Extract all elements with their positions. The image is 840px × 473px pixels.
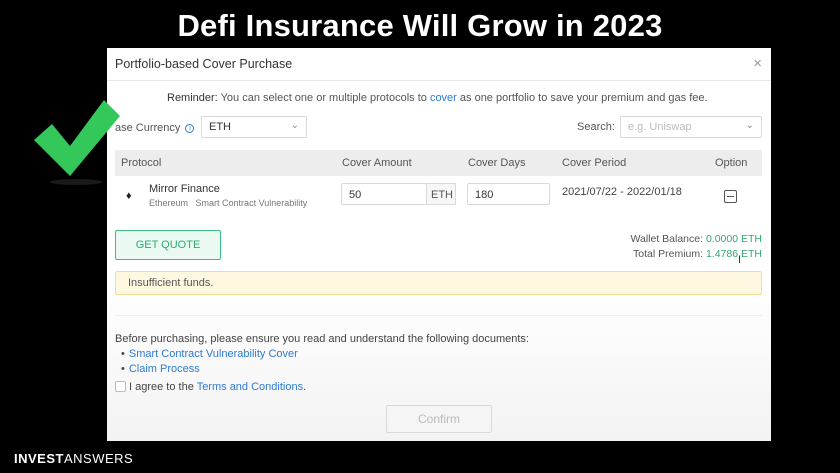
column-option: Option: [715, 157, 748, 169]
currency-value: ETH: [209, 121, 231, 133]
document-item: • Smart Contract Vulnerability Cover: [121, 348, 298, 360]
currency-select[interactable]: ETH ⌄: [201, 116, 307, 138]
green-checkmark-icon: [34, 100, 120, 185]
total-premium-value: 1.4786 ETH: [705, 248, 762, 260]
column-protocol: Protocol: [121, 157, 162, 169]
close-icon[interactable]: ×: [753, 55, 762, 72]
claim-process-link[interactable]: Claim Process: [129, 363, 200, 375]
modal-title: Portfolio-based Cover Purchase: [115, 57, 293, 71]
table-row: ♦ Mirror Finance Ethereum Smart Contract…: [115, 178, 762, 218]
text-cursor-icon: I: [738, 254, 742, 266]
bullet: •: [121, 363, 125, 375]
cover-amount-input[interactable]: 50: [341, 183, 427, 205]
agree-text: I agree to the: [129, 381, 197, 393]
reminder-text-after: as one portfolio to save your premium an…: [456, 92, 708, 104]
reminder-text: Reminder: You can select one or multiple…: [167, 92, 708, 104]
search-input[interactable]: e.g. Uniswap ⌄: [620, 116, 762, 138]
total-premium-label: Total Premium:: [633, 248, 706, 260]
brand-part-2: ANSWERS: [63, 451, 134, 466]
bullet: •: [121, 348, 125, 360]
video-headline: Defi Insurance Will Grow in 2023: [177, 8, 663, 43]
reminder-label: Reminder:: [167, 92, 218, 104]
protocol-name: Mirror Finance: [149, 183, 220, 195]
protocol-type: Smart Contract Vulnerability: [195, 198, 308, 208]
investanswers-logo: INVESTANSWERS: [14, 451, 133, 466]
protocol-chain: Ethereum: [149, 198, 189, 208]
cover-days-input[interactable]: 180: [467, 183, 550, 205]
total-premium: Total Premium: 1.4786 ETH: [630, 247, 762, 262]
wallet-balance-value: 0.0000 ETH: [705, 233, 762, 245]
search-label: Search:: [577, 121, 615, 133]
documents-intro: Before purchasing, please ensure you rea…: [115, 333, 529, 345]
insufficient-funds-alert: Insufficient funds.: [115, 271, 762, 295]
column-cover-days: Cover Days: [468, 157, 526, 169]
section-divider: [115, 315, 762, 316]
wallet-balance-label: Wallet Balance:: [630, 233, 706, 245]
chevron-down-icon: ⌄: [290, 120, 299, 131]
balances: Wallet Balance: 0.0000 ETH Total Premium…: [630, 232, 762, 262]
wallet-balance: Wallet Balance: 0.0000 ETH: [630, 232, 762, 247]
document-item: • Claim Process: [121, 363, 200, 375]
info-icon[interactable]: i: [185, 124, 195, 133]
amount-unit: ETH: [426, 183, 456, 205]
base-currency-label: ase Currency i: [115, 122, 195, 134]
cover-purchase-modal: Portfolio-based Cover Purchase × Reminde…: [107, 48, 771, 441]
remove-row-icon[interactable]: [724, 190, 737, 203]
base-currency-text: ase Currency: [115, 122, 181, 134]
chevron-down-icon: ⌄: [745, 120, 754, 131]
terms-agreement: I agree to the Terms and Conditions.: [115, 381, 306, 393]
table-header: Protocol Cover Amount Cover Days Cover P…: [115, 150, 762, 176]
ethereum-icon: ♦: [126, 190, 132, 202]
agree-end: .: [303, 381, 307, 393]
cover-period: 2021/07/22 - 2022/01/18: [562, 186, 682, 198]
column-cover-period: Cover Period: [562, 157, 627, 169]
brand-part-1: INVEST: [14, 451, 64, 466]
terms-link[interactable]: Terms and Conditions: [197, 381, 303, 393]
reminder-text-before: You can select one or multiple protocols…: [217, 92, 430, 104]
get-quote-button[interactable]: GET QUOTE: [115, 230, 221, 260]
protocol-details: Ethereum Smart Contract Vulnerability: [149, 198, 307, 208]
checkmark-shadow: [50, 179, 102, 185]
search-placeholder: e.g. Uniswap: [628, 121, 692, 133]
column-cover-amount: Cover Amount: [342, 157, 412, 169]
reminder-cover-link[interactable]: cover: [430, 92, 457, 104]
confirm-button[interactable]: Confirm: [386, 405, 492, 433]
terms-checkbox[interactable]: [115, 381, 126, 392]
smart-contract-cover-link[interactable]: Smart Contract Vulnerability Cover: [129, 348, 298, 360]
checkmark-shape: [34, 100, 120, 176]
title-divider: [107, 80, 771, 81]
